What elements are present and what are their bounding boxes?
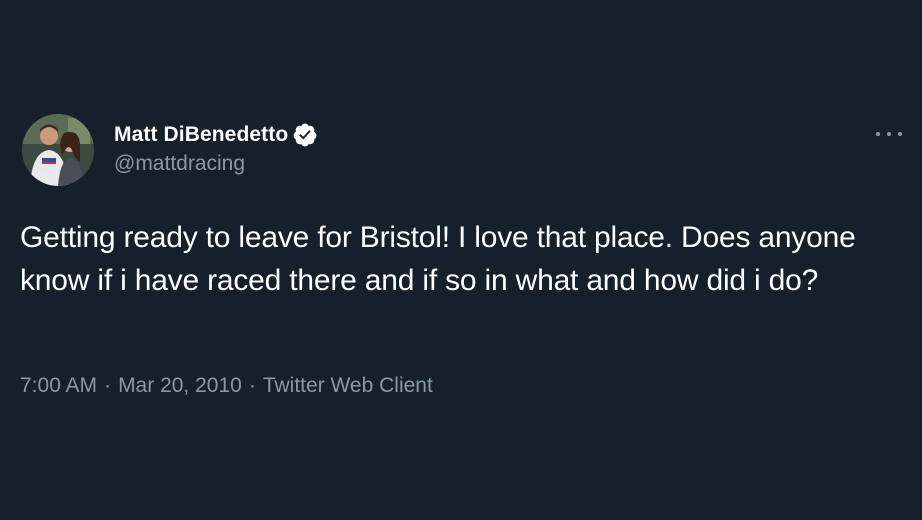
tweet-date[interactable]: Mar 20, 2010 (118, 374, 242, 398)
dot-icon (887, 132, 891, 136)
handle[interactable]: @mattdracing (114, 152, 318, 176)
verified-badge-icon (292, 122, 318, 148)
dot-icon (876, 132, 880, 136)
tweet-metadata: 7:00 AM · Mar 20, 2010 · Twitter Web Cli… (20, 374, 433, 398)
tweet-client[interactable]: Twitter Web Client (263, 374, 433, 398)
more-options-icon[interactable] (876, 124, 902, 144)
separator: · (248, 374, 256, 397)
name-row: Matt DiBenedetto (114, 120, 318, 150)
dot-icon (898, 132, 902, 136)
display-name[interactable]: Matt DiBenedetto (114, 123, 288, 147)
author-info: Matt DiBenedetto @mattdracing (114, 120, 318, 176)
avatar-photo (22, 114, 94, 186)
tweet-time[interactable]: 7:00 AM (20, 374, 97, 398)
tweet-card: Matt DiBenedetto @mattdracing Getting re… (0, 0, 922, 520)
tweet-text: Getting ready to leave for Bristol! I lo… (20, 221, 856, 297)
separator: · (104, 374, 112, 397)
avatar[interactable] (22, 114, 94, 186)
